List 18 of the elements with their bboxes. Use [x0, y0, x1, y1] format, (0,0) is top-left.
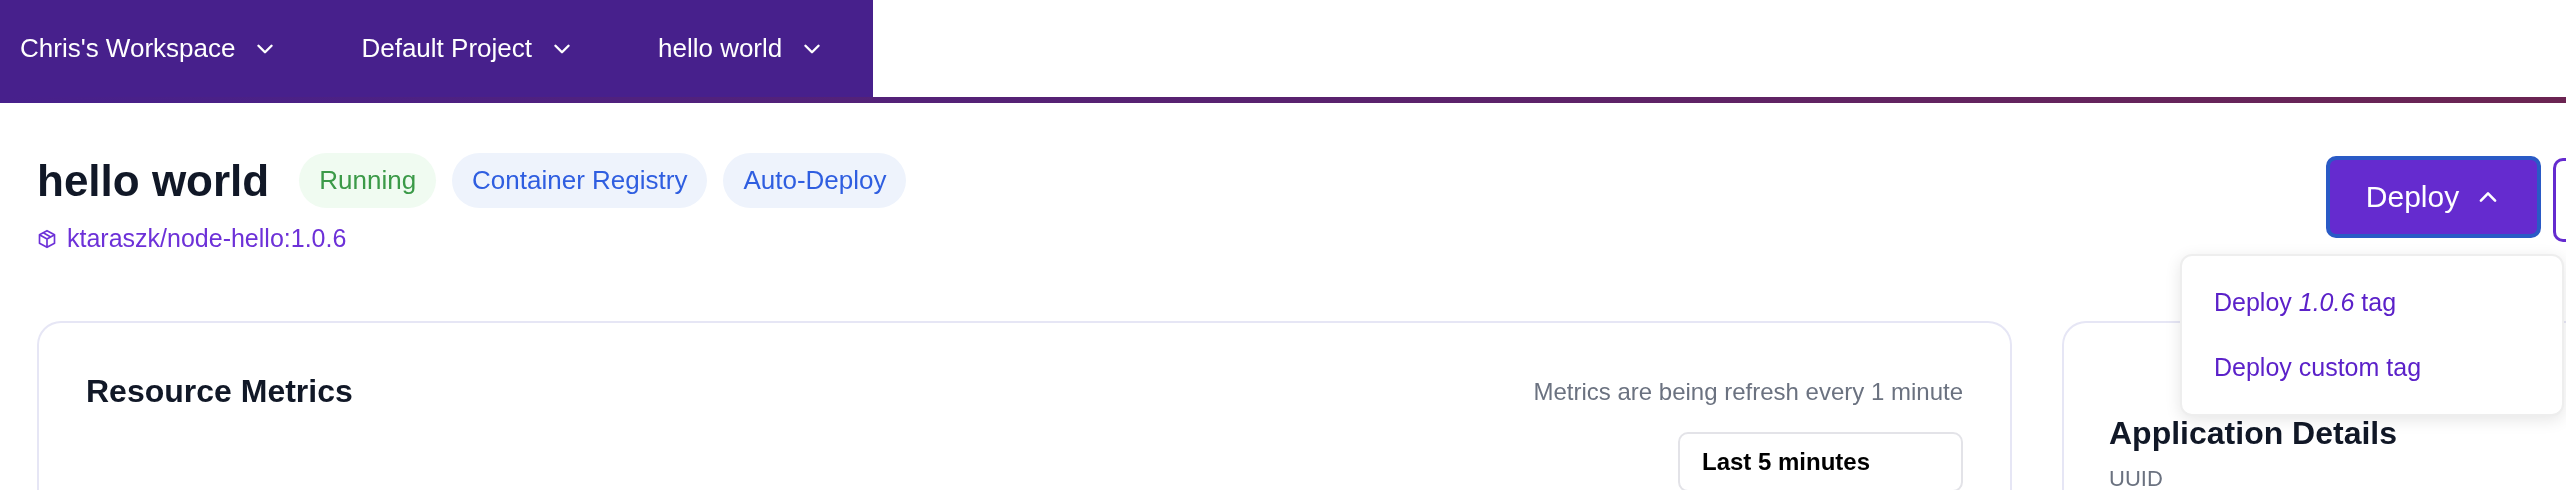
- card-title: Application Details: [2109, 415, 2399, 452]
- nav-dropdown[interactable]: Chris's Workspace: [20, 33, 278, 64]
- deploy-button[interactable]: Deploy: [2326, 156, 2541, 238]
- menu-item[interactable]: Deploy 1.0.6 tag: [2182, 270, 2562, 335]
- refresh-note: Metrics are being refresh every 1 minute: [1533, 377, 1963, 406]
- page-title: hello world: [37, 155, 270, 206]
- nav-dropdown[interactable]: Default Project: [361, 33, 574, 64]
- status-badge: Running: [299, 153, 437, 208]
- tag-badge: Container Registry: [452, 153, 708, 208]
- field-label: UUID: [2109, 466, 2164, 490]
- cube-icon: [37, 228, 57, 249]
- nav-dropdown[interactable]: hello world: [657, 33, 825, 64]
- range-select[interactable]: Last 5 minutes: [1678, 432, 1963, 490]
- menu-item[interactable]: Deploy custom tag: [2182, 335, 2562, 400]
- tag-badge: Auto-Deploy: [723, 153, 907, 208]
- image-link[interactable]: ktaraszk/node-hello:1.0.6: [37, 224, 907, 253]
- card-title: Resource Metrics: [86, 373, 353, 410]
- button-edge[interactable]: [2553, 158, 2566, 242]
